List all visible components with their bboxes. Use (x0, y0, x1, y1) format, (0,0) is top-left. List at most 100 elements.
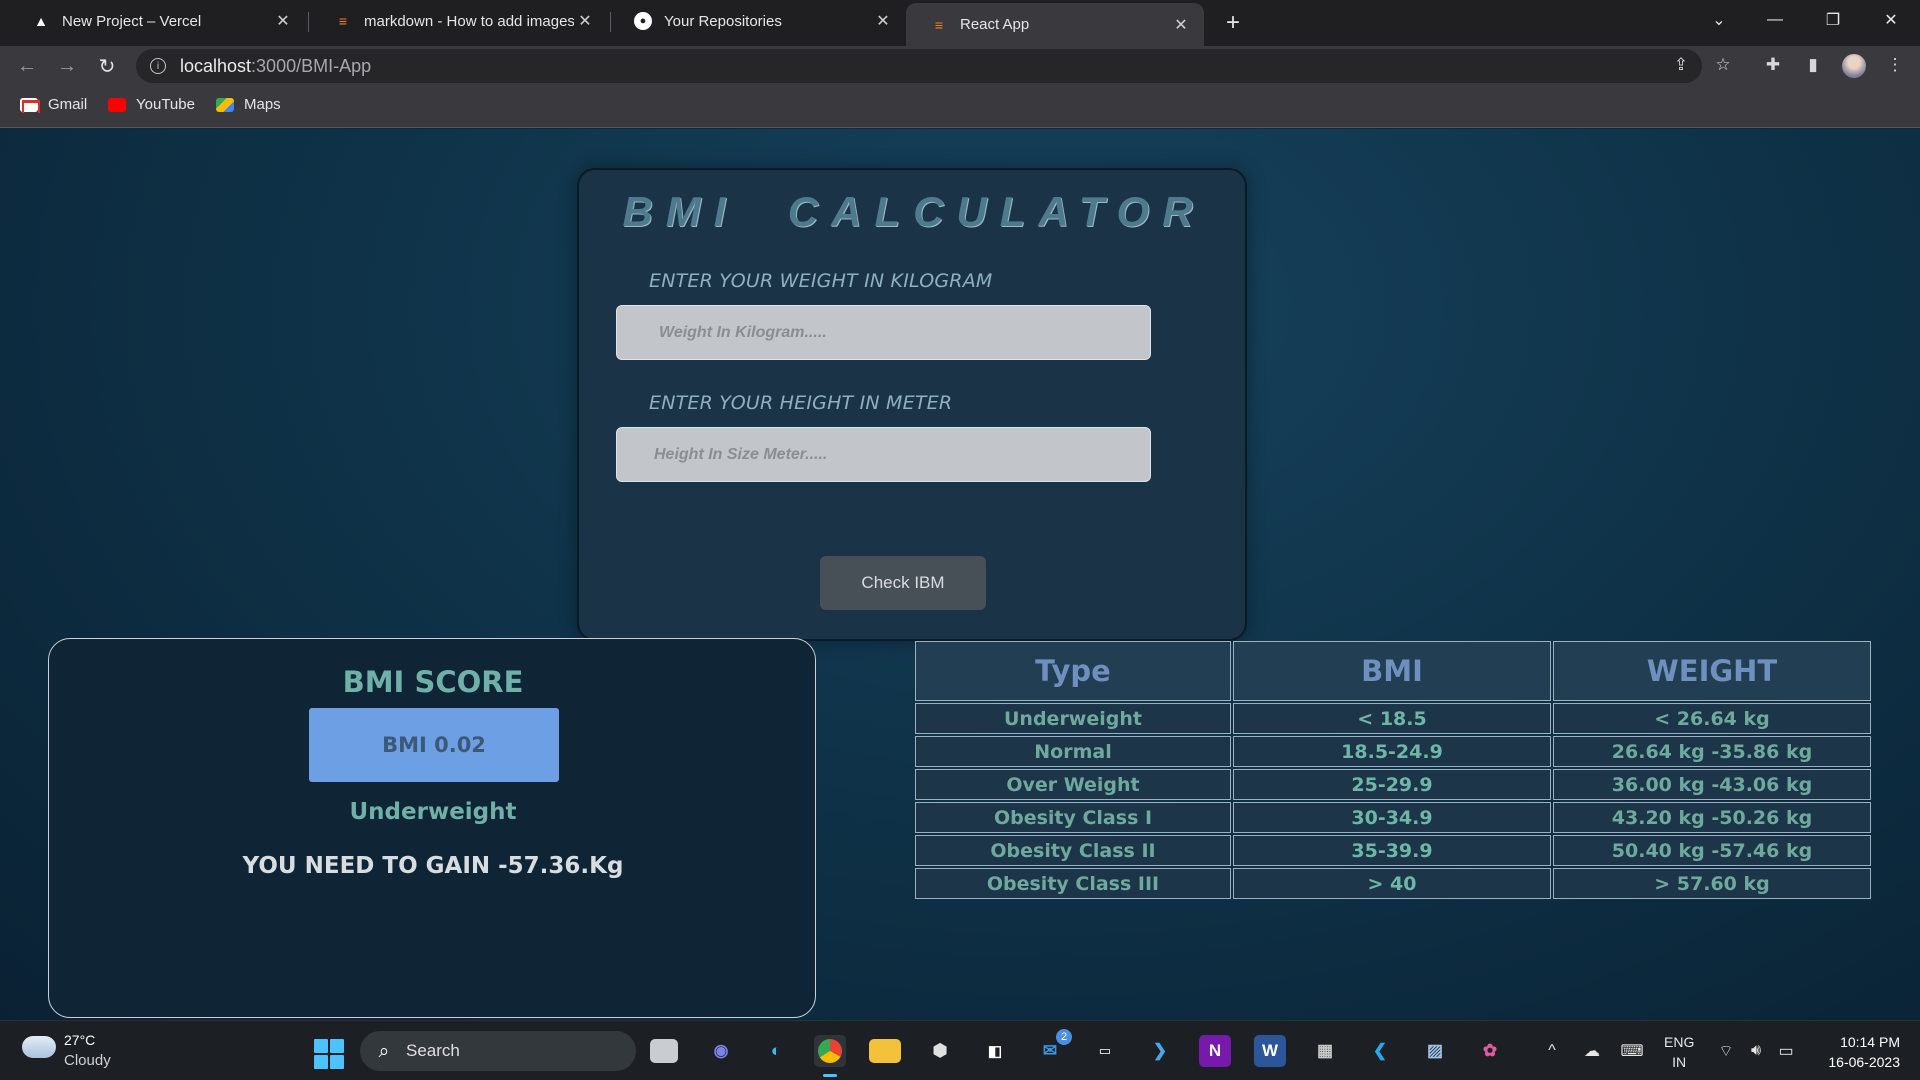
bookmark-gmail[interactable]: Gmail (20, 96, 87, 113)
type-cell: Underweight (915, 703, 1231, 734)
vercel-icon: ▲ (34, 13, 48, 29)
teams-chat-icon[interactable]: ◉ (705, 1035, 737, 1067)
tab-react-app[interactable]: ≡ React App ✕ (906, 3, 1204, 46)
wifi-icon[interactable]: ⌔ (1714, 1039, 1738, 1063)
bookmark-star-icon[interactable]: ☆ (1708, 50, 1738, 80)
weight-label: ENTER YOUR WEIGHT IN KILOGRAM (649, 270, 993, 292)
weight-advice: YOU NEED TO GAIN -57.36.Kg (242, 853, 624, 879)
tab-vercel[interactable]: ▲ New Project – Vercel ✕ (8, 0, 306, 42)
edge-icon[interactable]: ◐ (760, 1035, 792, 1067)
new-tab-button[interactable]: + (1218, 8, 1248, 38)
onenote-icon[interactable]: N (1199, 1035, 1231, 1067)
table-row: Normal 18.5-24.9 26.64 kg -35.86 kg (915, 736, 1871, 767)
terminal-icon[interactable]: ▭ (1089, 1035, 1121, 1067)
bmi-category: Underweight (349, 799, 517, 825)
height-label: ENTER YOUR HEIGHT IN METER (649, 392, 953, 414)
bmi-cell: 25-29.9 (1233, 769, 1551, 800)
bookmark-label: Maps (244, 96, 281, 113)
bookmark-youtube[interactable]: YouTube (108, 96, 195, 113)
stackoverflow-icon: ≡ (338, 13, 348, 29)
column-header-bmi: BMI (1233, 641, 1551, 701)
tab-strip: ▲ New Project – Vercel ✕ ≡ markdown - Ho… (0, 0, 1920, 46)
task-view-icon[interactable] (650, 1039, 678, 1063)
language-indicator[interactable]: ENG IN (1664, 1032, 1694, 1072)
extensions-puzzle-icon[interactable]: ✚ (1758, 50, 1788, 80)
menu-kebab-icon[interactable]: ⋮ (1880, 50, 1910, 80)
bmi-cell: 35-39.9 (1233, 835, 1551, 866)
system-clock[interactable]: 10:14 PM 16-06-2023 (1812, 1032, 1900, 1072)
windows-start-icon[interactable] (314, 1039, 344, 1069)
reload-icon[interactable]: ↻ (92, 51, 122, 81)
close-tab-icon[interactable]: ✕ (574, 10, 596, 32)
github-icon: ● (634, 12, 652, 30)
chevron-up-icon[interactable]: ^ (1540, 1039, 1564, 1063)
bmi-cell: < 18.5 (1233, 703, 1551, 734)
gmail-icon (20, 97, 40, 113)
tab-github[interactable]: ● Your Repositories ✕ (610, 0, 906, 42)
type-cell: Obesity Class III (915, 868, 1231, 899)
site-info-icon[interactable]: i (150, 58, 166, 74)
bookmark-maps[interactable]: Maps (216, 96, 281, 113)
back-arrow-icon[interactable]: ← (12, 51, 42, 81)
chrome-icon[interactable] (814, 1035, 846, 1077)
bmi-calculator-card: BMI CALCULATOR ENTER YOUR WEIGHT IN KILO… (577, 168, 1247, 641)
forward-arrow-icon[interactable]: → (52, 51, 82, 81)
bmi-score-card: BMI SCORE BMI 0.02 Underweight YOU NEED … (48, 638, 816, 1018)
table-row: Obesity Class III > 40 > 57.60 kg (915, 868, 1871, 899)
volume-icon[interactable]: 🔊︎ (1744, 1039, 1768, 1063)
keyboard-icon[interactable]: ⌨ (1620, 1039, 1644, 1063)
weight-cell: < 26.64 kg (1553, 703, 1871, 734)
minimize-icon[interactable]: — (1752, 4, 1798, 36)
windows-taskbar: 27°C Cloudy ⌕ Search ◉ ◐ ⬢ ◧ ✉ 2 ▭ ❯ N W … (0, 1020, 1920, 1080)
table-row: Obesity Class II 35-39.9 50.40 kg -57.46… (915, 835, 1871, 866)
weather-temperature[interactable]: 27°C (64, 1032, 95, 1048)
bmi-value-box: BMI 0.02 (309, 708, 559, 782)
close-window-icon[interactable]: ✕ (1868, 4, 1914, 36)
type-cell: Obesity Class II (915, 835, 1231, 866)
powershell-icon[interactable]: ❯ (1144, 1035, 1176, 1067)
bmi-cell: 18.5-24.9 (1233, 736, 1551, 767)
address-bar[interactable]: i localhost:3000/BMI-App (136, 49, 1702, 83)
cloud-icon[interactable] (22, 1036, 56, 1058)
search-label: Search (406, 1041, 460, 1060)
restore-icon[interactable]: ❐ (1810, 4, 1856, 36)
close-tab-icon[interactable]: ✕ (272, 10, 294, 32)
vscode-icon[interactable]: ❮ (1364, 1035, 1396, 1067)
weight-cell: > 57.60 kg (1553, 868, 1871, 899)
weight-cell: 43.20 kg -50.26 kg (1553, 802, 1871, 833)
davinci-icon[interactable]: ✿ (1474, 1035, 1506, 1067)
cube-app-icon[interactable]: ⬢ (924, 1035, 956, 1067)
onedrive-icon[interactable]: ☁ (1580, 1039, 1604, 1063)
side-panel-icon[interactable]: ▮ (1798, 50, 1828, 80)
calculator-icon[interactable]: ▦ (1309, 1035, 1341, 1067)
close-tab-icon[interactable]: ✕ (872, 10, 894, 32)
word-icon[interactable]: W (1254, 1035, 1286, 1067)
weight-cell: 26.64 kg -35.86 kg (1553, 736, 1871, 767)
weight-input[interactable] (616, 305, 1151, 360)
battery-icon[interactable]: ▭ (1774, 1039, 1798, 1063)
maps-icon (216, 97, 234, 112)
weight-cell: 50.40 kg -57.46 kg (1553, 835, 1871, 866)
tab-search-chevron-icon[interactable]: ⌄ (1696, 4, 1742, 36)
close-tab-icon[interactable]: ✕ (1170, 14, 1192, 36)
bookmarks-bar: Gmail YouTube Maps (0, 86, 1920, 128)
web-page: BMI CALCULATOR ENTER YOUR WEIGHT IN KILO… (0, 129, 1920, 1020)
region-code: IN (1672, 1054, 1687, 1070)
check-bmi-button[interactable]: Check IBM (820, 556, 986, 610)
mail-badge: 2 (1056, 1029, 1072, 1045)
photos-icon[interactable]: ▨ (1419, 1035, 1451, 1067)
bookmark-label: YouTube (136, 96, 195, 113)
height-input[interactable] (616, 427, 1151, 482)
table-row: Underweight < 18.5 < 26.64 kg (915, 703, 1871, 734)
bmi-cell: > 40 (1233, 868, 1551, 899)
mail-icon[interactable]: ✉ 2 (1034, 1029, 1072, 1067)
profile-avatar[interactable] (1842, 54, 1866, 78)
dolby-icon[interactable]: ◧ (979, 1035, 1011, 1067)
tab-markdown[interactable]: ≡ markdown - How to add images ✕ (310, 0, 608, 42)
weather-description[interactable]: Cloudy (64, 1052, 111, 1069)
share-icon[interactable]: ⇪ (1666, 50, 1696, 80)
file-explorer-icon[interactable] (869, 1039, 901, 1063)
bookmark-label: Gmail (48, 96, 88, 113)
taskbar-search[interactable]: ⌕ Search (360, 1031, 636, 1071)
url-host: localhost (180, 55, 252, 76)
